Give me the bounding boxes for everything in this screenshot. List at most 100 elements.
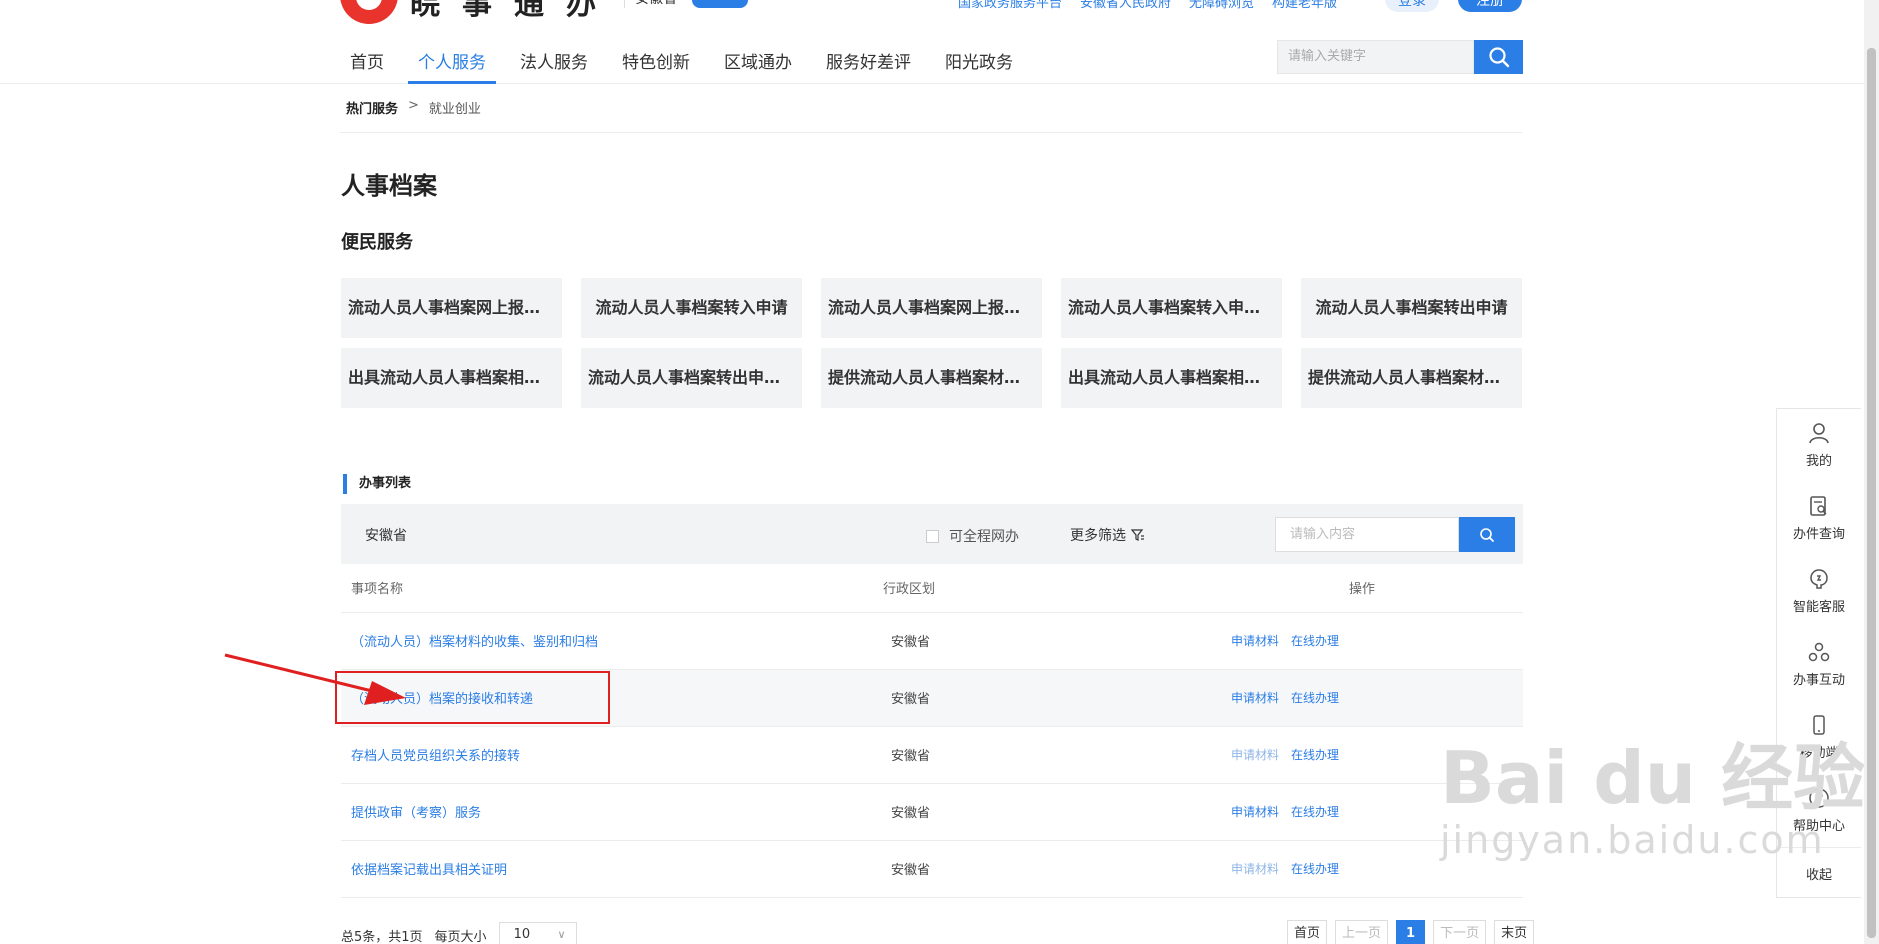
nav-personal-service[interactable]: 个人服务	[408, 48, 496, 84]
first-page-button[interactable]: 首页	[1287, 920, 1328, 944]
column-header-actions: 操作	[1171, 564, 1523, 613]
apply-materials-link[interactable]: 申请材料	[1231, 634, 1279, 648]
apply-materials-link[interactable]: 申请材料	[1231, 691, 1279, 705]
item-region: 安徽省	[881, 612, 1171, 670]
online-only-label: 可全程网办	[949, 529, 1019, 545]
interaction-icon	[1808, 642, 1830, 662]
table-row: 依据档案记载出具相关证明 安徽省 申请材料 在线办理	[341, 840, 1523, 898]
side-item-label: 办件查询	[1792, 527, 1845, 542]
service-card[interactable]: 出具流动人员人事档案相关...	[1061, 348, 1282, 408]
prev-page-button[interactable]: 上一页	[1335, 920, 1389, 944]
online-handle-link[interactable]: 在线办理	[1291, 862, 1339, 876]
page-scrollbar[interactable]	[1864, 0, 1879, 944]
item-name-link[interactable]: 提供政审（考察）服务	[351, 806, 481, 821]
side-item-label: 智能客服	[1792, 600, 1845, 615]
item-name-link[interactable]: （流动人员）档案材料的收集、鉴别和归档	[351, 635, 598, 650]
nav-regional[interactable]: 区域通办	[714, 48, 802, 84]
side-item-interaction[interactable]: 办事互动	[1777, 628, 1861, 701]
service-card[interactable]: 出具流动人员人事档案相关...	[341, 348, 562, 408]
table-header-row: 事项名称 行政区划 操作	[341, 564, 1523, 613]
top-link-national-portal[interactable]: 国家政务服务平台	[958, 0, 1062, 11]
more-filter-button[interactable]: 更多筛选	[1070, 525, 1145, 545]
convenience-section-title: 便民服务	[341, 232, 413, 253]
breadcrumb-separator: >	[408, 98, 419, 113]
top-link-province-gov[interactable]: 安徽省人民政府	[1080, 0, 1171, 11]
nav-evaluation[interactable]: 服务好差评	[816, 48, 921, 84]
item-region: 安徽省	[881, 726, 1171, 784]
nav-open-government[interactable]: 阳光政务	[935, 48, 1023, 84]
more-filter-label: 更多筛选	[1070, 528, 1126, 544]
site-logo[interactable]: 皖事通办	[340, 0, 618, 24]
divider	[340, 132, 1522, 133]
next-page-button[interactable]: 下一页	[1433, 920, 1487, 944]
service-card[interactable]: 流动人员人事档案转出申请...	[581, 348, 802, 408]
region-switch-button[interactable]	[692, 0, 748, 8]
filter-region[interactable]: 安徽省	[365, 525, 407, 545]
column-header-name: 事项名称	[341, 564, 881, 613]
service-card[interactable]: 流动人员人事档案网上报到...	[821, 278, 1042, 338]
region-selector[interactable]: 安徽省	[624, 0, 677, 8]
online-handle-link[interactable]: 在线办理	[1291, 691, 1339, 705]
service-card[interactable]: 流动人员人事档案网上报到...	[341, 278, 562, 338]
register-button[interactable]: 注册	[1458, 0, 1522, 12]
breadcrumb-root[interactable]: 热门服务	[346, 98, 398, 117]
site-search-button[interactable]	[1474, 40, 1523, 74]
top-link-accessibility[interactable]: 无障碍浏览	[1189, 0, 1254, 11]
online-only-filter[interactable]: 可全程网办	[926, 526, 1019, 546]
top-links: 国家政务服务平台 安徽省人民政府 无障碍浏览 构建老年版	[958, 0, 1337, 11]
annotation-highlight-box	[335, 671, 610, 724]
item-region: 安徽省	[881, 783, 1171, 841]
search-icon	[1480, 527, 1494, 542]
table-row: （流动人员）档案材料的收集、鉴别和归档 安徽省 申请材料 在线办理	[341, 612, 1523, 670]
list-filter-bar: 安徽省 可全程网办 更多筛选 请输入内容	[341, 504, 1523, 564]
nav-corporate-service[interactable]: 法人服务	[510, 48, 598, 84]
document-search-icon	[1810, 496, 1827, 516]
page-size-select[interactable]: 10	[498, 922, 577, 944]
online-handle-link[interactable]: 在线办理	[1291, 805, 1339, 819]
service-card[interactable]: 流动人员人事档案转入申请...	[1061, 278, 1282, 338]
service-items-table: 事项名称 行政区划 操作 （流动人员）档案材料的收集、鉴别和归档 安徽省 申请材…	[341, 564, 1523, 898]
item-name-link[interactable]: 依据档案记载出具相关证明	[351, 863, 507, 878]
side-item-case-query[interactable]: 办件查询	[1777, 482, 1861, 555]
service-card[interactable]: 提供流动人员人事档案材料...	[821, 348, 1042, 408]
online-handle-link[interactable]: 在线办理	[1291, 748, 1339, 762]
mobile-icon	[1813, 715, 1825, 735]
side-item-smart-service[interactable]: 智能客服	[1777, 555, 1861, 628]
breadcrumb: 热门服务 > 就业创业	[346, 98, 481, 117]
list-search-input[interactable]: 请输入内容	[1275, 517, 1459, 552]
apply-materials-link[interactable]: 申请材料	[1231, 862, 1279, 876]
apply-materials-link[interactable]: 申请材料	[1231, 805, 1279, 819]
apply-materials-link[interactable]: 申请材料	[1231, 748, 1279, 762]
current-page-button[interactable]: 1	[1396, 920, 1426, 944]
login-button[interactable]: 登录	[1385, 0, 1439, 12]
list-search-button[interactable]	[1459, 517, 1515, 552]
page-size-label: 每页大小	[434, 929, 487, 944]
item-region: 安徽省	[881, 669, 1171, 727]
pagination-summary: 总5条，共1页	[341, 929, 423, 944]
page-title: 人事档案	[341, 172, 437, 200]
site-search-input[interactable]: 请输入关键字	[1277, 40, 1474, 74]
main-nav: 首页 个人服务 法人服务 特色创新 区域通办 服务好差评 阳光政务	[340, 48, 1037, 84]
online-handle-link[interactable]: 在线办理	[1291, 634, 1339, 648]
pagination-info: 总5条，共1页 每页大小 10	[341, 922, 577, 944]
service-card[interactable]: 流动人员人事档案转出申请	[1301, 278, 1522, 338]
online-only-checkbox[interactable]	[926, 529, 939, 543]
pagination: 首页 上一页 1 下一页 末页	[1287, 920, 1535, 944]
scrollbar-thumb[interactable]	[1867, 48, 1876, 938]
table-row: 提供政审（考察）服务 安徽省 申请材料 在线办理	[341, 783, 1523, 841]
service-card[interactable]: 流动人员人事档案转入申请	[581, 278, 802, 338]
breadcrumb-current: 就业创业	[428, 102, 481, 117]
service-card[interactable]: 提供流动人员人事档案材料...	[1301, 348, 1522, 408]
watermark-brand: Bai du 经验	[1440, 736, 1866, 820]
last-page-button[interactable]: 末页	[1494, 920, 1535, 944]
convenience-service-grid: 流动人员人事档案网上报到... 流动人员人事档案转入申请 流动人员人事档案网上报…	[341, 278, 1523, 408]
search-icon	[1488, 47, 1509, 68]
item-name-link[interactable]: 存档人员党员组织关系的接转	[351, 749, 520, 764]
top-header: 皖事通办 安徽省 国家政务服务平台 安徽省人民政府 无障碍浏览 构建老年版 登录…	[0, 0, 1879, 84]
baidu-jingyan-watermark: Bai du 经验 jingyan.baidu.com	[1440, 738, 1865, 862]
nav-innovation[interactable]: 特色创新	[612, 48, 700, 84]
user-icon	[1809, 423, 1829, 444]
top-link-elderly-mode[interactable]: 构建老年版	[1272, 0, 1337, 11]
nav-home[interactable]: 首页	[340, 48, 394, 84]
side-item-mine[interactable]: 我的	[1777, 409, 1861, 482]
